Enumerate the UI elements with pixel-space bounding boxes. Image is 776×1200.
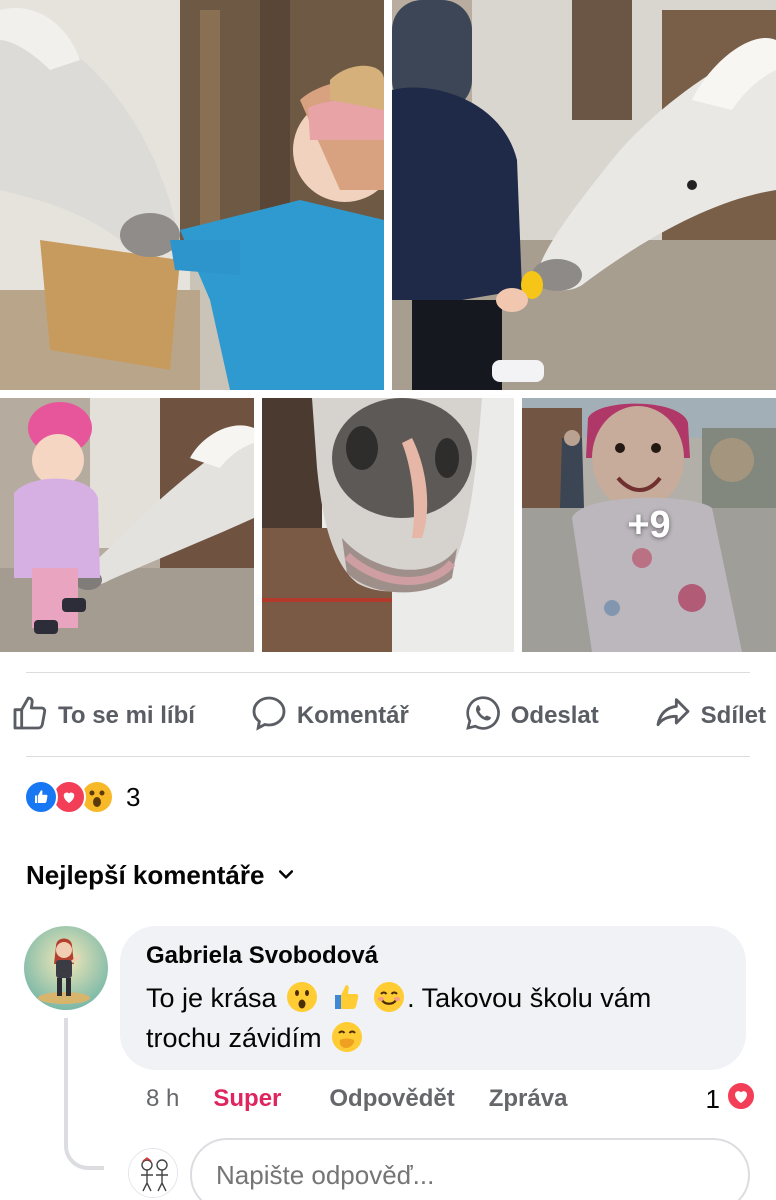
comment-reaction-button[interactable]: Super [213, 1085, 281, 1113]
post-photo-1[interactable] [0, 0, 384, 390]
comment-bubble-icon [249, 693, 289, 740]
comment-text: To je krása . Takovou školu vám trochu z… [146, 978, 720, 1058]
share-arrow-icon [653, 693, 693, 740]
comment-message-button[interactable]: Zpráva [489, 1085, 568, 1113]
share-button[interactable]: Sdílet [653, 693, 766, 740]
share-label: Sdílet [700, 702, 766, 729]
comment-label: Komentář [296, 702, 409, 729]
thumbs-up-emoji-icon [334, 985, 358, 1009]
divider [26, 756, 750, 757]
astonished-face-icon [287, 982, 318, 1012]
thumbs-up-icon [10, 693, 50, 740]
send-label: Odeslat [510, 702, 599, 729]
post-action-bar: To se mi líbí Komentář Odeslat Sdílet [10, 690, 766, 742]
more-photos-count: +9 [627, 503, 671, 546]
comment-likes-number: 1 [705, 1083, 720, 1114]
post-photo-2[interactable] [392, 0, 776, 390]
more-photos-overlay[interactable]: +9 [522, 398, 776, 652]
comment-meta-row: 8 h Super Odpovědět Zpráva 1 [146, 1080, 756, 1118]
comments-filter-dropdown[interactable]: Nejlepší komentáře [26, 860, 296, 891]
face-with-hand-over-mouth-icon [332, 1022, 363, 1052]
comment-bubble[interactable]: Gabriela Svobodová To je krása . Takovou… [120, 926, 746, 1070]
post-photo-3[interactable] [0, 398, 254, 652]
chevron-down-icon [276, 860, 296, 891]
post-photo-4[interactable] [262, 398, 514, 652]
post-photo-5[interactable]: +9 [522, 398, 776, 652]
divider [26, 672, 750, 673]
current-user-avatar[interactable] [128, 1148, 178, 1198]
comment-timestamp[interactable]: 8 h [146, 1085, 179, 1113]
reactions-count: 3 [126, 781, 141, 812]
love-reaction-icon [726, 1080, 756, 1118]
smiling-face-icon [374, 982, 405, 1012]
reply-input[interactable] [190, 1138, 750, 1200]
whatsapp-icon [463, 693, 503, 740]
thread-line [64, 1018, 104, 1170]
comment-reply-button[interactable]: Odpovědět [329, 1085, 454, 1113]
comments-filter-label: Nejlepší komentáře [26, 860, 265, 890]
like-label: To se mi líbí [58, 702, 195, 729]
comment-text-part: To je krása [146, 983, 277, 1013]
commenter-avatar[interactable] [24, 926, 108, 1010]
comment-author[interactable]: Gabriela Svobodová [146, 942, 720, 970]
like-button[interactable]: To se mi líbí [10, 693, 195, 740]
reactions-summary[interactable]: 3 [24, 780, 140, 814]
comment-reactions-count[interactable]: 1 [705, 1080, 756, 1118]
like-reaction-icon [24, 780, 58, 814]
comment-button[interactable]: Komentář [249, 693, 409, 740]
send-button[interactable]: Odeslat [463, 693, 599, 740]
